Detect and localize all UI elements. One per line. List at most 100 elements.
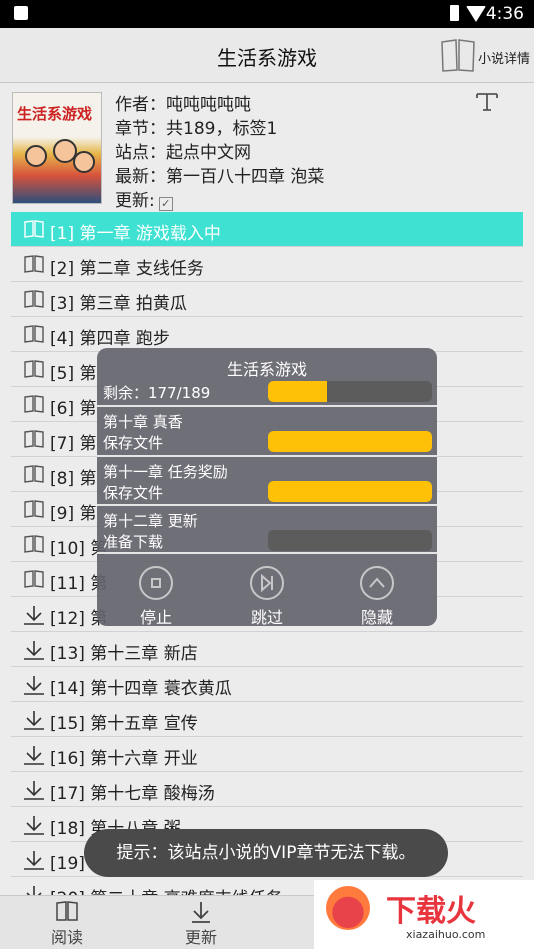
watermark-logo [326,886,370,930]
progress-fill [268,481,432,502]
battery-icon [450,5,459,21]
tab-read[interactable]: 阅读 [27,900,107,948]
chapter-row[interactable]: [15] 第十五章 宣传 [11,702,523,737]
app-bar: 生活系游戏 小说详情 [0,28,534,83]
download-icon [23,745,45,770]
book-info: 生活系游戏 作者：吨吨吨吨吨 章节：共189，标签1 站点：起点中文网 最新：第… [0,86,534,211]
chapter-row[interactable]: [3] 第三章 拍黄瓜 [11,282,523,317]
cover-character [25,145,47,167]
download-icon [192,902,210,923]
chapters-line: 章节：共189，标签1 [115,119,278,139]
book-icon [23,570,45,593]
wifi-icon [466,6,486,22]
chapter-label: [1] 第一章 游戏载入中 [50,224,221,244]
cover-character [73,151,95,173]
task-progress [268,481,432,502]
download-icon [23,780,45,805]
skip-label: 跳过 [250,608,283,627]
chapter-label: [3] 第三章 拍黄瓜 [50,294,187,314]
task-progress [268,530,432,551]
status-time: 4:36 [485,4,524,24]
chapter-label: [6] 第 [50,399,97,419]
chapter-label: [4] 第四章 跑步 [50,329,170,349]
novel-detail-button[interactable]: 小说详情 [440,36,534,76]
remaining-label: 剩余：177/189 [103,384,211,402]
book-icon [23,465,45,488]
chevron-up-icon [360,566,394,600]
latest-line: 最新：第一百八十四章 泡菜 [115,167,325,187]
task-row: 第十章 真香 保存文件 [97,405,437,455]
toast-message: 提示：该站点小说的VIP章节无法下载。 [84,829,448,877]
download-icon [23,605,45,630]
book-cover[interactable]: 生活系游戏 [12,92,102,204]
book-icon [23,535,45,558]
task-status: 保存文件 [103,484,164,502]
book-icon [23,360,45,383]
task-progress [268,431,432,452]
site-line: 站点：起点中文网 [115,143,251,163]
task-row: 第十一章 任务奖励 保存文件 [97,455,437,505]
remaining-row: 剩余：177/189 [97,378,437,404]
chapter-row[interactable]: [2] 第二章 支线任务 [11,247,523,282]
chapter-row[interactable]: [14] 第十四章 蓑衣黄瓜 [11,667,523,702]
chapter-label: [15] 第十五章 宣传 [50,714,198,734]
book-icon [23,290,45,313]
chapter-label: [9] 第 [50,504,97,524]
hide-label: 隐藏 [360,608,393,627]
font-size-icon[interactable] [474,90,500,112]
chapter-label: [14] 第十四章 蓑衣黄瓜 [50,679,232,699]
chapter-row[interactable]: [16] 第十六章 开业 [11,737,523,772]
book-icon [23,325,45,348]
chapter-row[interactable]: [13] 第十三章 新店 [11,632,523,667]
chapter-label: [5] 第 [50,364,97,384]
progress-fill [268,381,328,402]
book-icon [56,901,78,921]
stop-icon [139,566,173,600]
update-row: 更新: ✓ [115,186,173,211]
update-checkbox[interactable]: ✓ [158,197,173,211]
skip-icon [250,566,284,600]
book-icon [23,395,45,418]
tab-update[interactable]: 更新 [161,900,241,948]
watermark-url: xiazaihuo.com [406,928,486,941]
tab-update-label: 更新 [184,928,217,947]
remaining-progress [268,381,432,402]
chapter-label: [8] 第 [50,469,97,489]
progress-fill [268,431,432,452]
watermark-text: 下载火 [386,894,476,929]
book-icon [23,255,45,278]
download-icon [23,850,45,875]
book-icon [23,500,45,523]
novel-detail-label: 小说详情 [478,52,531,67]
chapter-label: [16] 第十六章 开业 [50,749,198,769]
download-icon [23,815,45,840]
task-chapter: 第十一章 任务奖励 [103,463,228,481]
chapter-label: [13] 第十三章 新店 [50,644,198,664]
task-chapter: 第十二章 更新 [103,512,198,530]
open-book-icon [441,39,475,72]
book-icon [23,430,45,453]
hide-button[interactable]: 隐藏 [347,566,407,628]
skip-button[interactable]: 跳过 [237,566,297,628]
update-label: 更新: [115,191,155,211]
download-dialog: 生活系游戏 剩余：177/189 第十章 真香 保存文件 第十一章 任务奖励 保… [97,348,437,628]
cover-title: 生活系游戏 [17,105,93,123]
chapter-row[interactable]: [17] 第十七章 酸梅汤 [11,772,523,807]
chapter-row[interactable]: [1] 第一章 游戏载入中 [11,212,523,247]
download-icon [23,710,45,735]
chapter-label: [2] 第二章 支线任务 [50,259,204,279]
tab-read-label: 阅读 [50,928,83,947]
status-bar: 4:36 [0,0,534,28]
author-line: 作者：吨吨吨吨吨 [115,95,251,115]
download-icon [23,675,45,700]
chapter-row[interactable]: [4] 第四章 跑步 [11,317,523,352]
chapter-label: [17] 第十七章 酸梅汤 [50,784,215,804]
book-icon [23,220,45,243]
dialog-title: 生活系游戏 [226,360,307,379]
task-status: 准备下载 [103,533,164,551]
task-row: 第十二章 更新 准备下载 [97,504,437,554]
stop-label: 停止 [139,608,172,627]
stop-button[interactable]: 停止 [126,566,186,628]
download-icon [23,640,45,665]
task-chapter: 第十章 真香 [103,413,183,431]
